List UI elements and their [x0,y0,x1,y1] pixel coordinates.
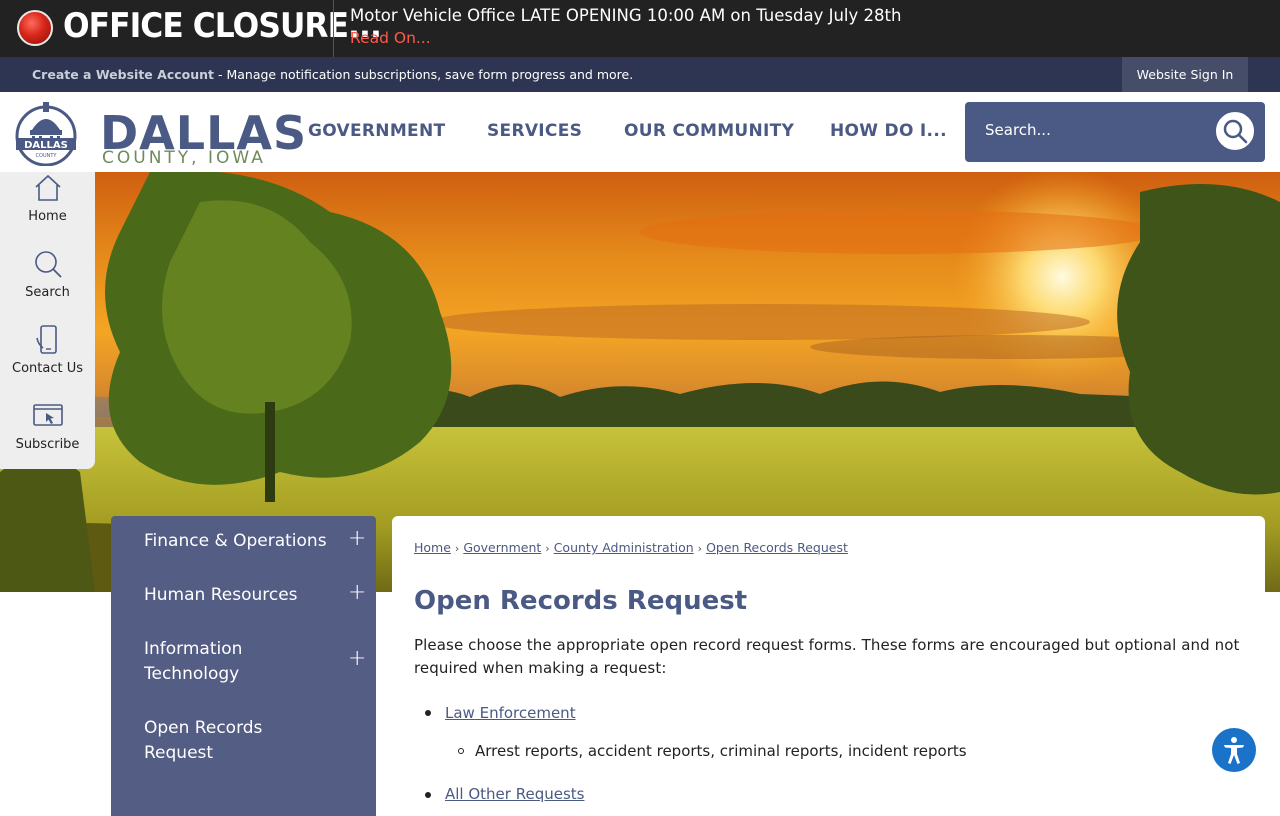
accessibility-icon [1224,737,1244,764]
account-text: Create a Website Account - Manage notifi… [32,67,633,82]
breadcrumb-home[interactable]: Home [414,540,451,555]
quick-link-label: Contact Us [12,361,83,376]
law-enforcement-description: Arrest reports, accident reports, crimin… [475,742,967,760]
courthouse-seal-icon: DALLAS COUNTY [15,102,77,166]
law-enforcement-link[interactable]: Law Enforcement [445,704,576,722]
subscribe-icon [33,404,63,426]
search-button[interactable] [1214,110,1256,152]
alert-divider [333,0,334,57]
nav-services[interactable]: SERVICES [487,121,582,141]
bullet-disc [425,792,431,798]
magnifier-icon [1223,119,1248,144]
main-content: Home › Government › County Administration › Op… [392,516,1265,816]
quick-link-label: Home [28,209,67,224]
sidenav-item-open-records-request[interactable]: Open Records Request [144,716,304,766]
page-title: Open Records Request [414,586,748,616]
breadcrumb-open-records-request[interactable]: Open Records Request [706,540,848,555]
account-description: - Manage notification subscriptions, sav… [214,67,634,82]
alert-read-on-link[interactable]: Read On... [350,29,431,47]
breadcrumb-separator: › [545,542,550,555]
breadcrumb-county-administration[interactable]: County Administration [554,540,694,555]
logo-subtitle: COUNTY, IOWA [102,148,266,168]
bullet-disc [425,710,431,716]
svg-text:DALLAS: DALLAS [24,140,68,151]
quick-links-panel: Home Search Contact Us Subscribe [0,172,95,469]
accessibility-button[interactable] [1212,728,1256,772]
bullet-circle [458,748,464,754]
breadcrumb: Home › Government › County Administration › Op… [414,540,848,555]
alert-bar: OFFICE CLOSURE... Motor Vehicle Office L… [0,0,1280,57]
svg-text:COUNTY: COUNTY [36,153,58,159]
breadcrumb-separator: › [454,542,460,555]
all-other-requests-link[interactable]: All Other Requests [445,785,584,803]
side-navigation: Finance & Operations + Human Resources +… [111,516,376,816]
breadcrumb-separator: › [697,542,703,555]
quick-link-label: Subscribe [15,437,80,452]
home-icon [35,174,61,201]
quick-link-home[interactable]: Home [0,172,95,248]
sidenav-item-information-technology[interactable]: Information Technology [144,637,304,687]
phone-icon [36,325,57,354]
sidenav-item-human-resources[interactable]: Human Resources [144,583,298,608]
quick-link-search[interactable]: Search [0,248,95,324]
breadcrumb-government[interactable]: Government [463,540,541,555]
alert-message: Motor Vehicle Office LATE OPENING 10:00 … [350,6,902,25]
intro-paragraph: Please choose the appropriate open recor… [414,636,1240,677]
search-box [965,102,1265,162]
sidenav-item-finance-operations[interactable]: Finance & Operations [144,529,327,554]
quick-link-subscribe[interactable]: Subscribe [0,400,95,476]
nav-how-do-i[interactable]: HOW DO I... [830,121,947,141]
create-account-link[interactable]: Create a Website Account [32,67,214,82]
search-input[interactable] [985,121,1165,139]
quick-link-contact-us[interactable]: Contact Us [0,324,95,400]
website-sign-in-button[interactable]: Website Sign In [1122,57,1248,92]
expand-plus-icon[interactable]: + [348,526,366,551]
expand-plus-icon[interactable]: + [348,580,366,605]
search-icon [35,251,62,278]
nav-our-community[interactable]: OUR COMMUNITY [624,121,794,141]
account-bar: Create a Website Account - Manage notifi… [0,57,1280,92]
alert-icon [17,10,53,46]
dallas-county-logo[interactable]: DALLAS COUNTY DALLAS COUNTY, IOWA [14,100,306,168]
quick-link-label: Search [25,285,70,300]
expand-plus-icon[interactable]: + [348,646,366,671]
nav-government[interactable]: GOVERNMENT [308,121,445,141]
site-header: DALLAS COUNTY DALLAS COUNTY, IOWA GOVERN… [0,92,1280,172]
